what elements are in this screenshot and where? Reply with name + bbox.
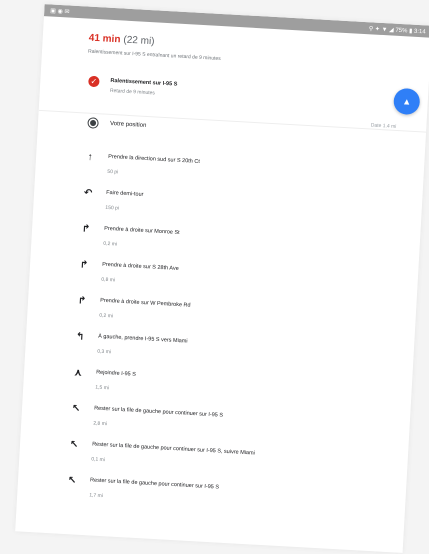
step-instruction: Prendre à droite sur Monroe St — [104, 225, 180, 236]
step-distance: 0,8 mi — [101, 276, 116, 284]
traffic-note: Ralentissement sur I-95 S entraînant un … — [87, 48, 221, 63]
step-instruction: Faire demi-tour — [106, 189, 144, 198]
step-distance: 0,1 mi — [91, 456, 106, 464]
merge-icon: ⋏ — [73, 367, 83, 379]
step-instruction: Prendre à droite sur W Pembroke Rd — [99, 297, 191, 309]
directions-list: ↑ Prendre la direction sud sur S 20th Ct… — [17, 147, 424, 528]
step-distance: 50 pi — [107, 168, 119, 176]
eta-distance: (22 mi) — [123, 34, 155, 48]
status-right-icons: ⚲ ✦ ▼ ◢ 75% ▮ 3:14 — [368, 25, 426, 35]
keep-left-icon: ↖ — [67, 475, 77, 487]
status-left-icons: ▣ ◉ ✉ — [50, 7, 70, 15]
turn-right-icon: ↱ — [79, 259, 89, 271]
eta-time: 41 min — [88, 32, 121, 46]
your-position-label: Votre position — [109, 120, 147, 129]
screen: ▣ ◉ ✉ ⚲ ✦ ▼ ◢ 75% ▮ 3:14 41 min (22 mi) R… — [0, 0, 429, 554]
step-distance: 0,2 mi — [103, 240, 118, 248]
step-instruction: À gauche, prendre I-95 S vers Miami — [97, 333, 188, 345]
step-instruction: Rejoindre I-95 S — [95, 369, 137, 378]
u-turn-icon: ↶ — [83, 187, 93, 200]
keep-left-icon: ↖ — [69, 439, 79, 451]
step-instruction: Prendre la direction sud sur S 20th Ct — [108, 153, 200, 166]
step-distance: 0,3 mi — [97, 348, 112, 356]
device-screen: ▣ ◉ ✉ ⚲ ✦ ▼ ◢ 75% ▮ 3:14 41 min (22 mi) R… — [15, 4, 429, 553]
turn-left-icon: ↰ — [75, 331, 85, 343]
step-distance: 150 pi — [105, 204, 120, 212]
eta-summary: 41 min (22 mi) — [88, 33, 154, 48]
alert-icon: ✓ — [88, 75, 100, 88]
alert-subtitle: Retard de 9 minutes — [109, 87, 156, 97]
step-distance: 1,7 mi — [89, 492, 104, 500]
step-distance: 2,8 mi — [93, 420, 108, 428]
alert-title: Ralentissement sur I-95 S — [110, 77, 178, 88]
step-distance: 0,2 mi — [99, 312, 114, 320]
location-dot-icon — [89, 119, 97, 127]
straight-arrow-icon: ↑ — [87, 151, 93, 164]
turn-right-icon: ↱ — [77, 295, 87, 307]
keep-left-icon: ↖ — [71, 403, 81, 415]
step-instruction: Prendre à droite sur S 28th Ave — [102, 261, 179, 272]
navigate-button[interactable]: ▲ — [393, 87, 421, 116]
step-distance: 1,5 mi — [95, 384, 110, 392]
turn-right-icon: ↱ — [81, 223, 91, 235]
